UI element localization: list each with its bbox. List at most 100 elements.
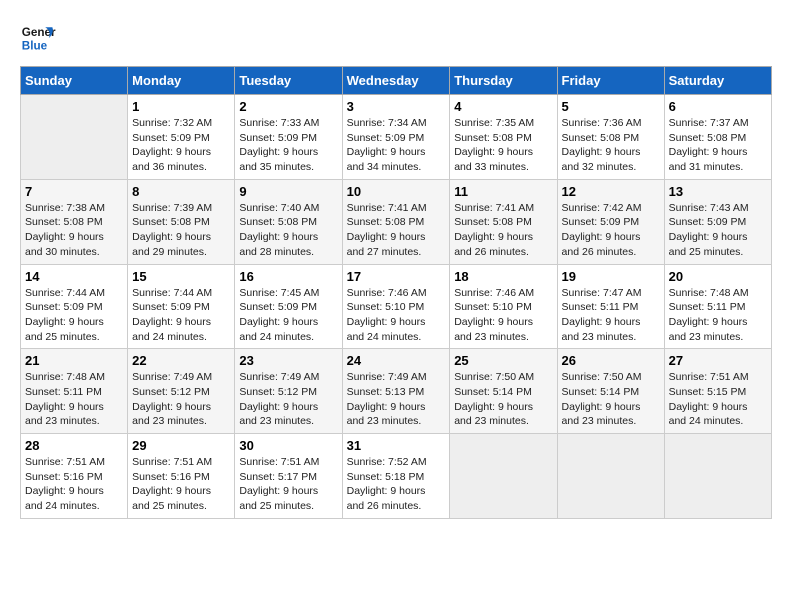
day-header-sunday: Sunday	[21, 67, 128, 95]
day-number: 31	[347, 438, 446, 453]
calendar-cell: 11 Sunrise: 7:41 AMSunset: 5:08 PMDayligh…	[450, 179, 557, 264]
day-header-saturday: Saturday	[664, 67, 771, 95]
calendar-cell: 7Sunrise: 7:38 AMSunset: 5:08 PMDaylight…	[21, 179, 128, 264]
calendar-cell: 24Sunrise: 7:49 AMSunset: 5:13 PMDayligh…	[342, 349, 450, 434]
day-info: Sunrise: 7:41 AMSunset: 5:08 PMDaylight:…	[454, 201, 552, 260]
day-number: 7	[25, 184, 123, 199]
calendar-cell: 8Sunrise: 7:39 AMSunset: 5:08 PMDaylight…	[128, 179, 235, 264]
day-info: Sunrise: 7:35 AMSunset: 5:08 PMDaylight:…	[454, 116, 552, 175]
calendar-cell: 2 Sunrise: 7:33 AMSunset: 5:09 PMDaylight…	[235, 95, 342, 180]
calendar-cell	[450, 434, 557, 519]
calendar-week-5: 28 Sunrise: 7:51 AMSunset: 5:16 PMDayligh…	[21, 434, 772, 519]
calendar-cell: 15Sunrise: 7:44 AMSunset: 5:09 PMDayligh…	[128, 264, 235, 349]
calendar-cell: 23 Sunrise: 7:49 AMSunset: 5:12 PMDayligh…	[235, 349, 342, 434]
day-info: Sunrise: 7:47 AMSunset: 5:11 PMDaylight:…	[562, 286, 660, 345]
calendar-cell: 10 Sunrise: 7:41 AMSunset: 5:08 PMDayligh…	[342, 179, 450, 264]
calendar-cell: 30Sunrise: 7:51 AMSunset: 5:17 PMDayligh…	[235, 434, 342, 519]
day-info: Sunrise: 7:41 AMSunset: 5:08 PMDaylight:…	[347, 201, 446, 260]
day-number: 13	[669, 184, 767, 199]
day-number: 2	[239, 99, 337, 114]
day-number: 3	[347, 99, 446, 114]
calendar-cell: 13 Sunrise: 7:43 AMSunset: 5:09 PMDayligh…	[664, 179, 771, 264]
day-number: 19	[562, 269, 660, 284]
calendar-cell: 25 Sunrise: 7:50 AMSunset: 5:14 PMDayligh…	[450, 349, 557, 434]
day-number: 25	[454, 353, 552, 368]
day-info: Sunrise: 7:34 AMSunset: 5:09 PMDaylight:…	[347, 116, 446, 175]
calendar-cell	[664, 434, 771, 519]
day-number: 16	[239, 269, 337, 284]
day-number: 23	[239, 353, 337, 368]
day-number: 18	[454, 269, 552, 284]
day-info: Sunrise: 7:51 AMSunset: 5:16 PMDaylight:…	[25, 455, 123, 514]
day-info: Sunrise: 7:50 AMSunset: 5:14 PMDaylight:…	[454, 370, 552, 429]
day-info: Sunrise: 7:52 AMSunset: 5:18 PMDaylight:…	[347, 455, 446, 514]
day-number: 27	[669, 353, 767, 368]
day-header-monday: Monday	[128, 67, 235, 95]
day-info: Sunrise: 7:43 AMSunset: 5:09 PMDaylight:…	[669, 201, 767, 260]
day-info: Sunrise: 7:51 AMSunset: 5:15 PMDaylight:…	[669, 370, 767, 429]
day-info: Sunrise: 7:51 AMSunset: 5:17 PMDaylight:…	[239, 455, 337, 514]
calendar-cell	[557, 434, 664, 519]
day-info: Sunrise: 7:48 AMSunset: 5:11 PMDaylight:…	[669, 286, 767, 345]
day-info: Sunrise: 7:50 AMSunset: 5:14 PMDaylight:…	[562, 370, 660, 429]
day-number: 17	[347, 269, 446, 284]
calendar-cell: 20Sunrise: 7:48 AMSunset: 5:11 PMDayligh…	[664, 264, 771, 349]
day-header-tuesday: Tuesday	[235, 67, 342, 95]
calendar-cell: 27 Sunrise: 7:51 AMSunset: 5:15 PMDayligh…	[664, 349, 771, 434]
calendar-cell: 5 Sunrise: 7:36 AMSunset: 5:08 PMDaylight…	[557, 95, 664, 180]
day-info: Sunrise: 7:42 AMSunset: 5:09 PMDaylight:…	[562, 201, 660, 260]
day-number: 28	[25, 438, 123, 453]
day-info: Sunrise: 7:36 AMSunset: 5:08 PMDaylight:…	[562, 116, 660, 175]
day-number: 24	[347, 353, 446, 368]
day-number: 9	[239, 184, 337, 199]
calendar-cell: 6 Sunrise: 7:37 AMSunset: 5:08 PMDaylight…	[664, 95, 771, 180]
day-info: Sunrise: 7:46 AMSunset: 5:10 PMDaylight:…	[454, 286, 552, 345]
day-info: Sunrise: 7:45 AMSunset: 5:09 PMDaylight:…	[239, 286, 337, 345]
calendar-cell: 21 Sunrise: 7:48 AMSunset: 5:11 PMDayligh…	[21, 349, 128, 434]
calendar-cell: 19 Sunrise: 7:47 AMSunset: 5:11 PMDayligh…	[557, 264, 664, 349]
day-number: 10	[347, 184, 446, 199]
calendar-week-1: 1 Sunrise: 7:32 AMSunset: 5:09 PMDaylight…	[21, 95, 772, 180]
calendar-cell: 3 Sunrise: 7:34 AMSunset: 5:09 PMDaylight…	[342, 95, 450, 180]
calendar-cell: 9 Sunrise: 7:40 AMSunset: 5:08 PMDaylight…	[235, 179, 342, 264]
day-number: 26	[562, 353, 660, 368]
logo: General Blue	[20, 20, 56, 56]
day-number: 11	[454, 184, 552, 199]
day-info: Sunrise: 7:49 AMSunset: 5:12 PMDaylight:…	[132, 370, 230, 429]
day-info: Sunrise: 7:48 AMSunset: 5:11 PMDaylight:…	[25, 370, 123, 429]
calendar-cell: 12 Sunrise: 7:42 AMSunset: 5:09 PMDayligh…	[557, 179, 664, 264]
day-info: Sunrise: 7:44 AMSunset: 5:09 PMDaylight:…	[132, 286, 230, 345]
day-info: Sunrise: 7:37 AMSunset: 5:08 PMDaylight:…	[669, 116, 767, 175]
day-info: Sunrise: 7:46 AMSunset: 5:10 PMDaylight:…	[347, 286, 446, 345]
day-header-friday: Friday	[557, 67, 664, 95]
day-number: 21	[25, 353, 123, 368]
calendar-cell: 16 Sunrise: 7:45 AMSunset: 5:09 PMDayligh…	[235, 264, 342, 349]
day-number: 4	[454, 99, 552, 114]
day-header-wednesday: Wednesday	[342, 67, 450, 95]
day-info: Sunrise: 7:32 AMSunset: 5:09 PMDaylight:…	[132, 116, 230, 175]
calendar-cell: 4 Sunrise: 7:35 AMSunset: 5:08 PMDaylight…	[450, 95, 557, 180]
day-number: 6	[669, 99, 767, 114]
day-header-thursday: Thursday	[450, 67, 557, 95]
page-header: General Blue	[20, 20, 772, 56]
calendar-cell: 1 Sunrise: 7:32 AMSunset: 5:09 PMDaylight…	[128, 95, 235, 180]
day-info: Sunrise: 7:44 AMSunset: 5:09 PMDaylight:…	[25, 286, 123, 345]
day-info: Sunrise: 7:51 AMSunset: 5:16 PMDaylight:…	[132, 455, 230, 514]
day-number: 5	[562, 99, 660, 114]
day-info: Sunrise: 7:33 AMSunset: 5:09 PMDaylight:…	[239, 116, 337, 175]
calendar-cell: 29Sunrise: 7:51 AMSunset: 5:16 PMDayligh…	[128, 434, 235, 519]
calendar-cell: 18 Sunrise: 7:46 AMSunset: 5:10 PMDayligh…	[450, 264, 557, 349]
calendar-header-row: SundayMondayTuesdayWednesdayThursdayFrid…	[21, 67, 772, 95]
calendar-cell: 31 Sunrise: 7:52 AMSunset: 5:18 PMDayligh…	[342, 434, 450, 519]
calendar-week-2: 7Sunrise: 7:38 AMSunset: 5:08 PMDaylight…	[21, 179, 772, 264]
logo-icon: General Blue	[20, 20, 56, 56]
day-info: Sunrise: 7:49 AMSunset: 5:12 PMDaylight:…	[239, 370, 337, 429]
day-number: 12	[562, 184, 660, 199]
day-info: Sunrise: 7:40 AMSunset: 5:08 PMDaylight:…	[239, 201, 337, 260]
calendar-cell: 28 Sunrise: 7:51 AMSunset: 5:16 PMDayligh…	[21, 434, 128, 519]
calendar-week-3: 14Sunrise: 7:44 AMSunset: 5:09 PMDayligh…	[21, 264, 772, 349]
calendar-cell	[21, 95, 128, 180]
calendar-week-4: 21 Sunrise: 7:48 AMSunset: 5:11 PMDayligh…	[21, 349, 772, 434]
day-number: 22	[132, 353, 230, 368]
day-number: 1	[132, 99, 230, 114]
